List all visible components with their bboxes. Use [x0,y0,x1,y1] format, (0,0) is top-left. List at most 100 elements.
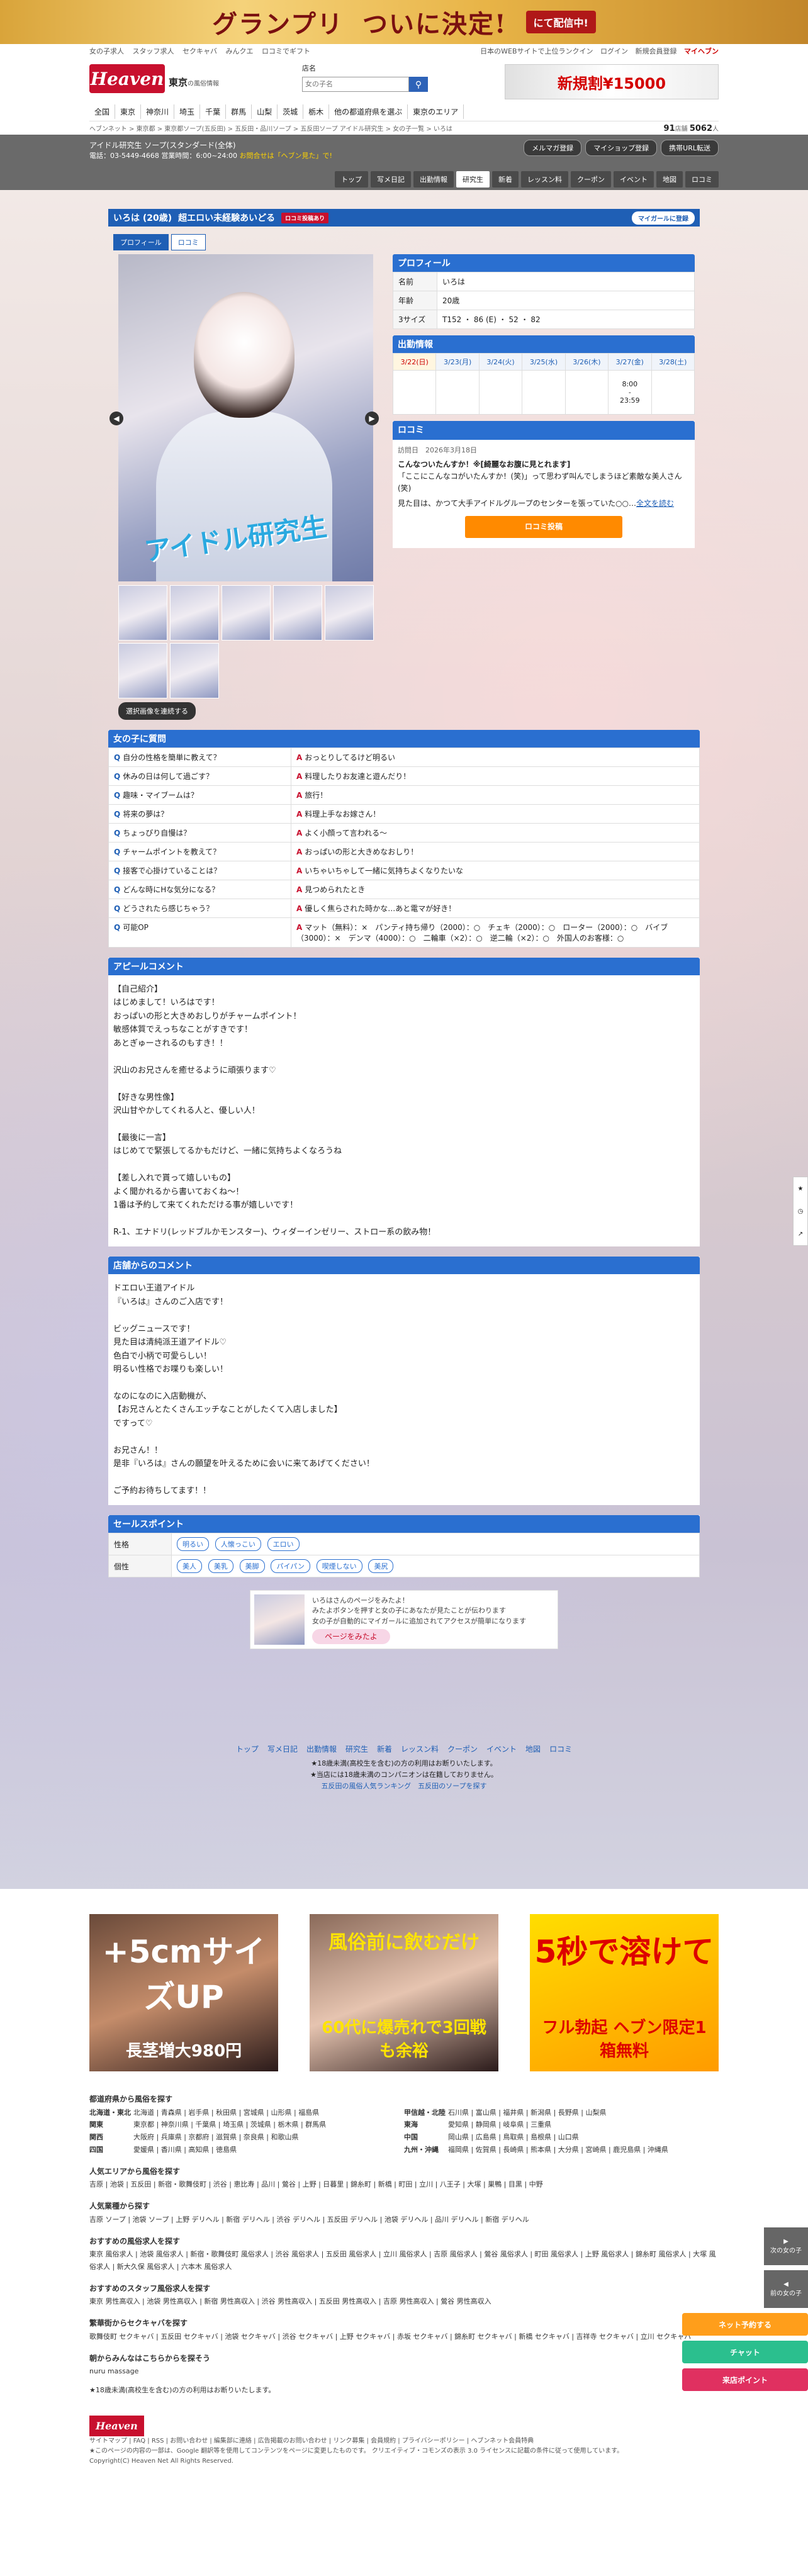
nav-item[interactable]: 他の都道府県を選ぶ [329,104,408,119]
nav-item[interactable]: 神奈川 [141,104,175,119]
region-links[interactable]: 愛媛県 | 香川県 | 高知県 | 徳島県 [133,2144,404,2156]
tab-map[interactable]: 地図 [656,171,683,188]
side-floating-badge[interactable]: ★ ◷ ↗ [793,1177,808,1246]
bottom-nav-item[interactable]: 地図 [525,1744,541,1754]
prev-girl-button[interactable]: ◀ 前の女の子 [764,2270,808,2308]
next-girl-button[interactable]: ▶ 次の女の子 [764,2227,808,2265]
job-links[interactable]: 東京 風俗求人 | 池袋 風俗求人 | 新宿・歌舞伎町 風俗求人 | 渋谷 風俗… [89,2248,719,2273]
util-link[interactable]: ロコミでギフト [262,47,310,55]
next-photo-icon[interactable]: ▶ [365,412,379,425]
sales-tag[interactable]: 明るい [177,1537,209,1552]
tab-review[interactable]: ロコミ [685,171,719,188]
nav-item[interactable]: 千葉 [200,104,227,119]
region-links[interactable]: 石川県 | 富山県 | 福井県 | 新潟県 | 長野県 | 山梨県 [448,2107,719,2119]
bottom-nav-item[interactable]: レッスン料 [401,1744,439,1754]
tab-profile[interactable]: プロフィール [113,234,169,250]
footer-nav-links[interactable]: サイトマップ | FAQ | RSS | お問い合わせ | 編集部に連絡 | 広… [89,2436,719,2446]
sexy-cabaret-links[interactable]: 歌舞伎町 セクキャバ | 五反田 セクキャバ | 池袋 セクキャバ | 渋谷 セ… [89,2331,719,2343]
staff-job-links[interactable]: 東京 男性高収入 | 池袋 男性高収入 | 新宿 男性高収入 | 渋谷 男性高収… [89,2295,719,2308]
bottom-nav-item[interactable]: 新着 [377,1744,392,1754]
visit-point-button[interactable]: 来店ポイント [682,2368,808,2391]
top-ad-banner[interactable]: グランプリ ついに決定! にて配信中! [0,0,808,44]
nav-item[interactable]: 東京のエリア [408,104,464,119]
util-link[interactable]: 女の子求人 [89,47,124,55]
register-link[interactable]: 新規会員登録 [636,47,677,55]
sales-tag[interactable]: 喫煙しない [316,1559,362,1574]
sales-tag[interactable]: エロい [267,1537,300,1552]
sales-tag[interactable]: 美尻 [368,1559,394,1574]
tab-top[interactable]: トップ [335,171,368,188]
thumbnail[interactable] [222,585,271,641]
tab-diary[interactable]: 写メ日記 [371,171,411,188]
tab-new[interactable]: 新着 [492,171,519,188]
thumbnail[interactable] [118,585,167,641]
mailmag-button[interactable]: メルマガ登録 [524,140,582,156]
bottom-nav-item[interactable]: トップ [236,1744,259,1754]
thumbnail[interactable] [118,643,167,698]
region-links[interactable]: 福岡県 | 佐賀県 | 長崎県 | 熊本県 | 大分県 | 宮崎県 | 鹿児島県… [448,2144,719,2156]
thumbnail[interactable] [273,585,322,641]
util-link[interactable]: セクキャバ [182,47,217,55]
sales-tag[interactable]: 美人 [177,1559,202,1574]
nav-item[interactable]: 全国 [89,104,116,119]
main-photo[interactable]: アイドル研究生 [118,254,373,581]
region-links[interactable]: 岡山県 | 広島県 | 鳥取県 | 島根県 | 山口県 [448,2131,719,2144]
region-links[interactable]: 東京都 | 神奈川県 | 千葉県 | 埼玉県 | 茨城県 | 栃木県 | 群馬県 [133,2119,404,2131]
mygirl-button[interactable]: マイガールに登録 [632,211,695,225]
ranking-link[interactable]: 五反田の風俗人気ランキング [321,1782,411,1790]
nav-item[interactable]: 埼玉 [174,104,201,119]
tab-girls[interactable]: 研究生 [456,171,490,188]
thumbnail[interactable] [325,585,374,641]
net-reserve-button[interactable]: ネット予約する [682,2313,808,2336]
nav-item[interactable]: 茨城 [278,104,304,119]
area-links[interactable]: 吉原 | 池袋 | 五反田 | 新宿・歌舞伎町 | 渋谷 | 恵比寿 | 品川 … [89,2178,719,2191]
sales-tag[interactable]: 人懐っこい [215,1537,261,1552]
myshop-button[interactable]: マイショップ登録 [585,140,658,156]
mobile-url-button[interactable]: 携帯URL転送 [661,140,719,156]
myheaven-link[interactable]: マイヘブン [684,47,719,55]
bottom-nav-item[interactable]: 出勤情報 [306,1744,337,1754]
util-link[interactable]: スタッフ求人 [133,47,174,55]
search-input[interactable] [302,77,409,92]
region-links[interactable]: 北海道 | 青森県 | 岩手県 | 秋田県 | 宮城県 | 山形県 | 福島県 [133,2107,404,2119]
chat-button[interactable]: チャット [682,2341,808,2363]
tab-coupon[interactable]: クーポン [571,171,611,188]
bottom-nav-item[interactable]: 写メ日記 [267,1744,298,1754]
review-post-button[interactable]: ロコミ投稿 [465,515,622,538]
tab-event[interactable]: イベント [614,171,654,188]
search-button[interactable]: ⚲ [409,77,428,92]
footer-logo[interactable]: Heaven [89,2415,144,2437]
region-links[interactable]: 大阪府 | 兵庫県 | 京都府 | 滋賀県 | 奈良県 | 和歌山県 [133,2131,404,2144]
tab-review[interactable]: ロコミ [171,234,206,250]
sales-tag[interactable]: パイパン [271,1559,310,1574]
site-logo[interactable]: Heaven [89,64,165,93]
search-soap-link[interactable]: 五反田のソープを探す [418,1782,486,1790]
mitayo-button[interactable]: ページをみたよ [312,1629,390,1645]
shop-name[interactable]: アイドル研究生 ソープ(スタンダード(全体) [89,140,332,151]
slideshow-button[interactable]: 選択画像を連続する [118,702,196,720]
header-ad-banner[interactable]: 新規割¥15000 [505,64,719,99]
ad-banner[interactable]: +5cmサイズUP 長茎増大980円 [89,1914,278,2071]
nav-item[interactable]: 東京 [115,104,142,119]
tab-schedule[interactable]: 出勤情報 [413,171,454,188]
sales-tag[interactable]: 美乳 [208,1559,233,1574]
nav-item[interactable]: 群馬 [226,104,252,119]
prev-photo-icon[interactable]: ◀ [109,412,123,425]
bottom-nav-item[interactable]: ロコミ [549,1744,572,1754]
tab-price[interactable]: レッスン料 [521,171,568,188]
thumbnail[interactable] [170,585,219,641]
type-links[interactable]: 吉原 ソープ | 池袋 ソープ | 上野 デリヘル | 新宿 デリヘル | 渋谷… [89,2214,719,2226]
bottom-nav-item[interactable]: イベント [486,1744,517,1754]
review-more-link[interactable]: 全文を読む [636,499,674,508]
thumbnail[interactable] [170,643,219,698]
sales-tag[interactable]: 美脚 [239,1559,265,1574]
bottom-nav-item[interactable]: 研究生 [345,1744,368,1754]
breadcrumb[interactable]: ヘブンネット > 東京都 > 東京都ソープ(五反田) > 五反田・品川ソープ >… [89,123,452,133]
massage-link[interactable]: nuru massage [89,2365,719,2378]
ad-banner[interactable]: 5秒で溶けて フル勃起 ヘブン限定1箱無料 [530,1914,719,2071]
bottom-nav-item[interactable]: クーポン [447,1744,478,1754]
region-links[interactable]: 愛知県 | 静岡県 | 岐阜県 | 三重県 [448,2119,719,2131]
ad-banner[interactable]: 風俗前に飲むだけ 60代に爆売れで3回戦も余裕 [310,1914,498,2071]
nav-item[interactable]: 栃木 [303,104,330,119]
nav-item[interactable]: 山梨 [252,104,278,119]
